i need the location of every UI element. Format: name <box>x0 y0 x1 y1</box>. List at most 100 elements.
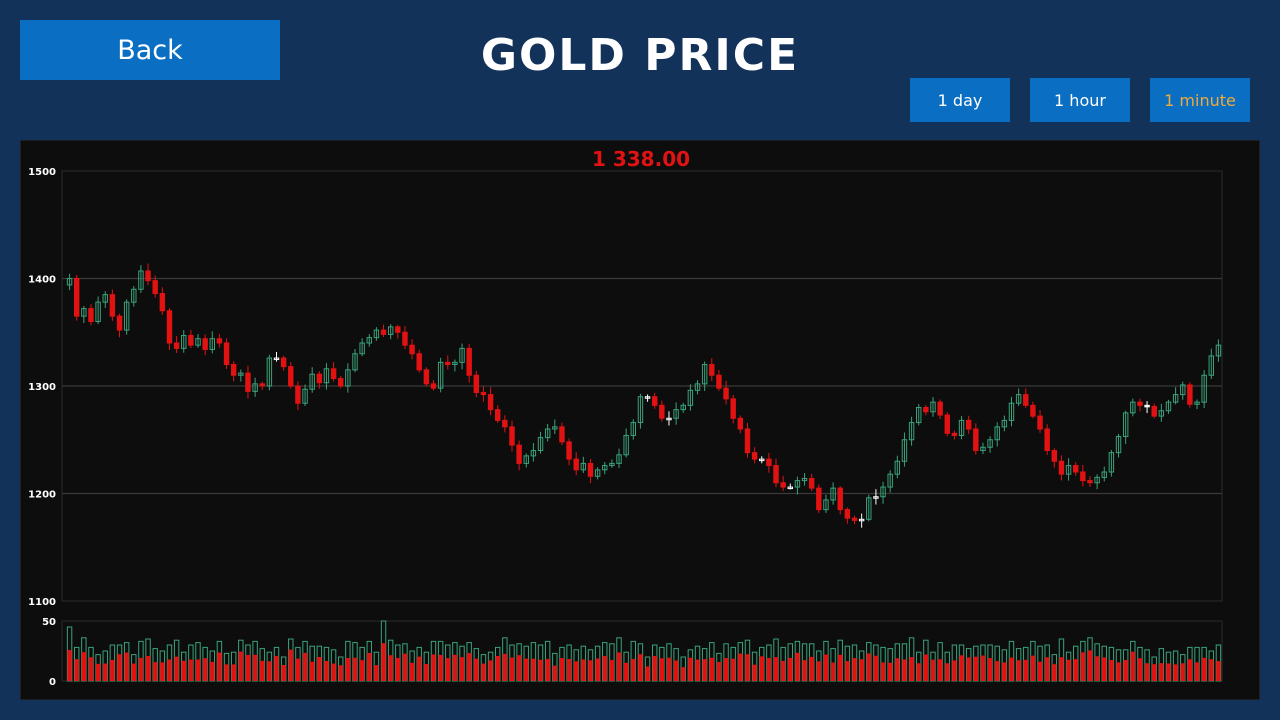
chart-panel: 1500 1400 1300 1200 1100 50 0 1 338.00 <box>20 140 1260 700</box>
volume-bar-red <box>95 663 101 681</box>
volume-bar-red <box>623 662 629 681</box>
volume-bar-red <box>202 658 208 681</box>
candle-body <box>202 338 208 350</box>
volume-bar-red <box>317 657 322 681</box>
volume-bar-red <box>1102 657 1107 681</box>
volume-bar-red <box>338 665 343 681</box>
volume-bar-red <box>845 661 850 681</box>
volume-bar-red <box>260 660 265 681</box>
volume-bar-red <box>1023 659 1028 681</box>
page-title: GOLD PRICE <box>480 30 800 81</box>
candle-body <box>259 383 265 387</box>
back-button[interactable]: Back <box>20 20 280 80</box>
candle-body <box>330 368 337 379</box>
candle-body <box>145 270 151 282</box>
timeframe-1-minute-button[interactable]: 1 minute <box>1150 78 1250 122</box>
candle-body <box>716 374 722 389</box>
volume-bar-red <box>830 662 836 681</box>
candle-body <box>566 441 572 460</box>
volume-bar-red <box>1201 657 1207 681</box>
candle-body <box>188 334 194 346</box>
volume-bar-red <box>738 653 743 681</box>
volume-bar-red <box>1052 664 1057 681</box>
timeframe-1-hour-button[interactable]: 1 hour <box>1030 78 1130 122</box>
volume-bar-red <box>1159 663 1164 681</box>
candle-body <box>851 517 858 521</box>
volume-bar-red <box>217 652 222 681</box>
candle-body <box>1137 401 1143 406</box>
volume-bar-red <box>459 657 465 681</box>
volume-bar-red <box>1151 664 1157 681</box>
candle-body <box>1058 460 1065 475</box>
volume-bar-red <box>880 662 886 681</box>
candle-body <box>951 432 958 436</box>
volume-bar-red <box>424 664 429 681</box>
volume-bar-red <box>452 654 458 681</box>
volume-bar-red <box>866 653 871 681</box>
volume-bar-red <box>930 659 936 681</box>
candle-body <box>751 452 758 460</box>
volume-bar-red <box>409 662 415 681</box>
volume-bar-red <box>516 655 522 681</box>
volume-bar-red <box>852 658 857 681</box>
volume-bar-red <box>331 663 336 681</box>
volume-bar-red <box>438 654 443 681</box>
volume-bar-red <box>288 649 293 681</box>
current-price: 1 338.00 <box>591 147 691 171</box>
candle-body <box>844 509 851 519</box>
candle-body <box>166 310 173 344</box>
candle-body <box>773 465 779 484</box>
volume-bar-red <box>1209 659 1214 681</box>
volume-bar-red <box>1216 661 1221 681</box>
price-tick-label: 1400 <box>28 275 56 286</box>
candle-body <box>944 414 950 434</box>
volume-bar-red <box>445 658 450 681</box>
volume-bar-red <box>916 663 921 681</box>
candle-body <box>495 409 501 421</box>
volume-bar-red <box>524 658 529 681</box>
candle-body <box>973 428 979 451</box>
candle-body <box>380 329 387 335</box>
candle-body <box>409 344 415 355</box>
timeframe-1-day-button[interactable]: 1 day <box>910 78 1010 122</box>
volume-bar-red <box>895 658 900 681</box>
volume-bar-red <box>103 663 108 681</box>
volume-bar-red <box>702 659 707 681</box>
volume-bar-red <box>723 658 729 681</box>
candle-body <box>295 385 301 404</box>
volume-bar-red <box>538 659 543 681</box>
volume-bar-red <box>274 656 279 681</box>
volume-bar-red <box>309 661 315 681</box>
candle-body <box>1023 394 1029 406</box>
volume-bar-red <box>823 654 829 681</box>
volume-bar-red <box>716 661 722 681</box>
volume-bar-red <box>345 658 351 681</box>
volume-bar-red <box>802 660 807 681</box>
volume-bar-red <box>566 659 572 681</box>
volume-bar-red <box>160 662 165 681</box>
candle-body <box>487 394 494 411</box>
volume-bar-red <box>324 660 329 681</box>
volume-bar-red <box>1123 659 1128 681</box>
candle-body <box>651 396 658 406</box>
candle-body <box>587 462 594 477</box>
candle-body <box>1080 471 1086 482</box>
candle-body <box>116 315 123 331</box>
candle-body <box>88 308 94 323</box>
candle-body <box>923 407 929 413</box>
candle-body <box>245 372 251 392</box>
volume-bar-red <box>666 657 672 681</box>
candle-body <box>516 444 522 464</box>
volume-bar-red <box>816 661 822 681</box>
volume-bar-red <box>245 655 251 681</box>
candle-body <box>466 347 472 376</box>
volume-bar-red <box>145 655 151 681</box>
candle-body <box>502 419 508 428</box>
volume-bar-red <box>174 656 179 681</box>
volume-bar-red <box>859 659 864 681</box>
volume-bar-red <box>252 654 258 681</box>
volume-bar-red <box>1030 655 1036 681</box>
volume-bar-red <box>67 650 72 681</box>
volume-bar-red <box>545 659 550 681</box>
volume-bar-red <box>152 662 158 681</box>
